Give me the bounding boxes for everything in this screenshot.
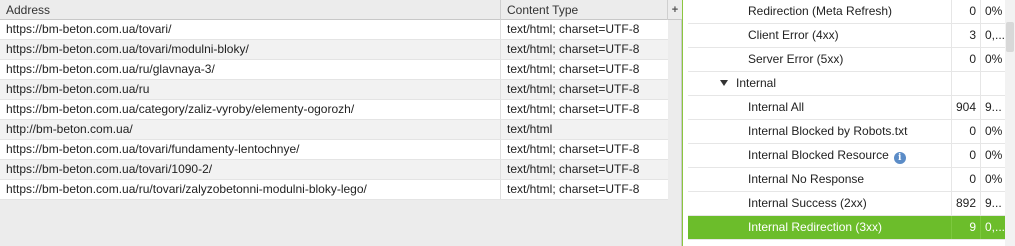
table-row[interactable]: https://bm-beton.com.ua/tovari/modulni-b…	[0, 40, 668, 60]
tree-row-internal-blocked-robots[interactable]: Internal Blocked by Robots.txt 0 0%	[688, 120, 1015, 144]
tree-item-label: Internal Success (2xx)	[688, 192, 952, 215]
column-header-content-type[interactable]: Content Type	[501, 0, 668, 20]
content-type-cell: text/html; charset=UTF-8	[507, 82, 640, 96]
tree-item-label: Internal All	[688, 96, 952, 119]
address-cell: https://bm-beton.com.ua/ru/tovari/zalyzo…	[0, 180, 501, 199]
overview-tree-panel: Redirection (Meta Refresh) 0 0% Client E…	[688, 0, 1015, 246]
tree-item-label: Server Error (5xx)	[688, 48, 952, 71]
tree-group-internal[interactable]: Internal	[688, 72, 952, 95]
tree-item-count: 0	[952, 0, 981, 23]
vertical-scrollbar[interactable]	[1005, 0, 1015, 246]
tree-item-count: 904	[952, 96, 981, 119]
tree-item-label-wrapper: Internal Blocked Resource i	[688, 144, 952, 167]
tree-row-internal-blocked-resource[interactable]: Internal Blocked Resource i 0 0%	[688, 144, 1015, 168]
table-body: https://bm-beton.com.ua/tovari/ text/htm…	[0, 20, 668, 200]
tree-item-label: Internal No Response	[688, 168, 952, 191]
tree-row-internal-success[interactable]: Internal Success (2xx) 892 9...	[688, 192, 1015, 216]
address-cell: https://bm-beton.com.ua/tovari/	[0, 20, 501, 39]
tree-row-internal-no-response[interactable]: Internal No Response 0 0%	[688, 168, 1015, 192]
tree-item-label: Redirection (Meta Refresh)	[688, 0, 952, 23]
content-type-cell: text/html; charset=UTF-8	[507, 62, 640, 76]
address-cell: https://bm-beton.com.ua/tovari/1090-2/	[0, 160, 501, 179]
tree-item-label: Internal Blocked Resource	[748, 148, 889, 162]
tree-item-count: 0	[952, 120, 981, 143]
tree-item-count: 0	[952, 48, 981, 71]
table-row[interactable]: https://bm-beton.com.ua/tovari/1090-2/ t…	[0, 160, 668, 180]
table-row[interactable]: https://bm-beton.com.ua/tovari/fundament…	[0, 140, 668, 160]
content-type-cell: text/html; charset=UTF-8	[507, 182, 640, 196]
tree-row-internal-group[interactable]: Internal	[688, 72, 1015, 96]
tree-item-label: Client Error (4xx)	[688, 24, 952, 47]
tree-item-label: Internal Blocked by Robots.txt	[688, 120, 952, 143]
tree-row-server-error[interactable]: Server Error (5xx) 0 0%	[688, 48, 1015, 72]
scrollbar-thumb[interactable]	[1006, 22, 1014, 52]
add-column-button[interactable]: +	[668, 0, 682, 20]
caret-down-icon[interactable]	[720, 80, 728, 86]
table-row[interactable]: https://bm-beton.com.ua/ru/tovari/zalyzo…	[0, 180, 668, 200]
table-header: Address Content Type +	[0, 0, 682, 20]
address-cell: https://bm-beton.com.ua/category/zaliz-v…	[0, 100, 501, 119]
table-row[interactable]: https://bm-beton.com.ua/ru/glavnaya-3/ t…	[0, 60, 668, 80]
column-header-address[interactable]: Address	[0, 0, 501, 20]
tree-item-count	[952, 72, 981, 95]
tree-item-count: 0	[952, 144, 981, 167]
tree-item-count: 3	[952, 24, 981, 47]
content-type-cell: text/html; charset=UTF-8	[507, 42, 640, 56]
panel-splitter[interactable]	[682, 0, 683, 246]
content-type-cell: text/html; charset=UTF-8	[507, 162, 640, 176]
address-cell: https://bm-beton.com.ua/ru/glavnaya-3/	[0, 60, 501, 79]
content-type-cell: text/html; charset=UTF-8	[507, 102, 640, 116]
tree-row-client-error[interactable]: Client Error (4xx) 3 0,...	[688, 24, 1015, 48]
info-icon[interactable]: i	[893, 152, 906, 164]
url-table-panel: Address Content Type + https://bm-beton.…	[0, 0, 682, 246]
table-row[interactable]: https://bm-beton.com.ua/ru text/html; ch…	[0, 80, 668, 100]
tree-item-label: Internal Redirection (3xx)	[688, 216, 952, 239]
address-cell: https://bm-beton.com.ua/ru	[0, 80, 501, 99]
tree-item-count: 892	[952, 192, 981, 215]
tree-group-label: Internal	[736, 76, 777, 90]
address-cell: http://bm-beton.com.ua/	[0, 120, 501, 139]
tree-item-count: 0	[952, 168, 981, 191]
address-cell: https://bm-beton.com.ua/tovari/modulni-b…	[0, 40, 501, 59]
content-type-cell: text/html; charset=UTF-8	[507, 22, 640, 36]
table-row[interactable]: https://bm-beton.com.ua/category/zaliz-v…	[0, 100, 668, 120]
tree-row-redirection-meta-refresh[interactable]: Redirection (Meta Refresh) 0 0%	[688, 0, 1015, 24]
tree-row-internal-all[interactable]: Internal All 904 9...	[688, 96, 1015, 120]
tree-row-internal-redirection[interactable]: Internal Redirection (3xx) 9 0,...	[688, 216, 1015, 240]
table-row[interactable]: http://bm-beton.com.ua/ text/html	[0, 120, 668, 140]
content-type-cell: text/html	[507, 122, 553, 136]
tree-item-count: 9	[952, 216, 981, 239]
table-row[interactable]: https://bm-beton.com.ua/tovari/ text/htm…	[0, 20, 668, 40]
content-type-cell: text/html; charset=UTF-8	[507, 142, 640, 156]
address-cell: https://bm-beton.com.ua/tovari/fundament…	[0, 140, 501, 159]
